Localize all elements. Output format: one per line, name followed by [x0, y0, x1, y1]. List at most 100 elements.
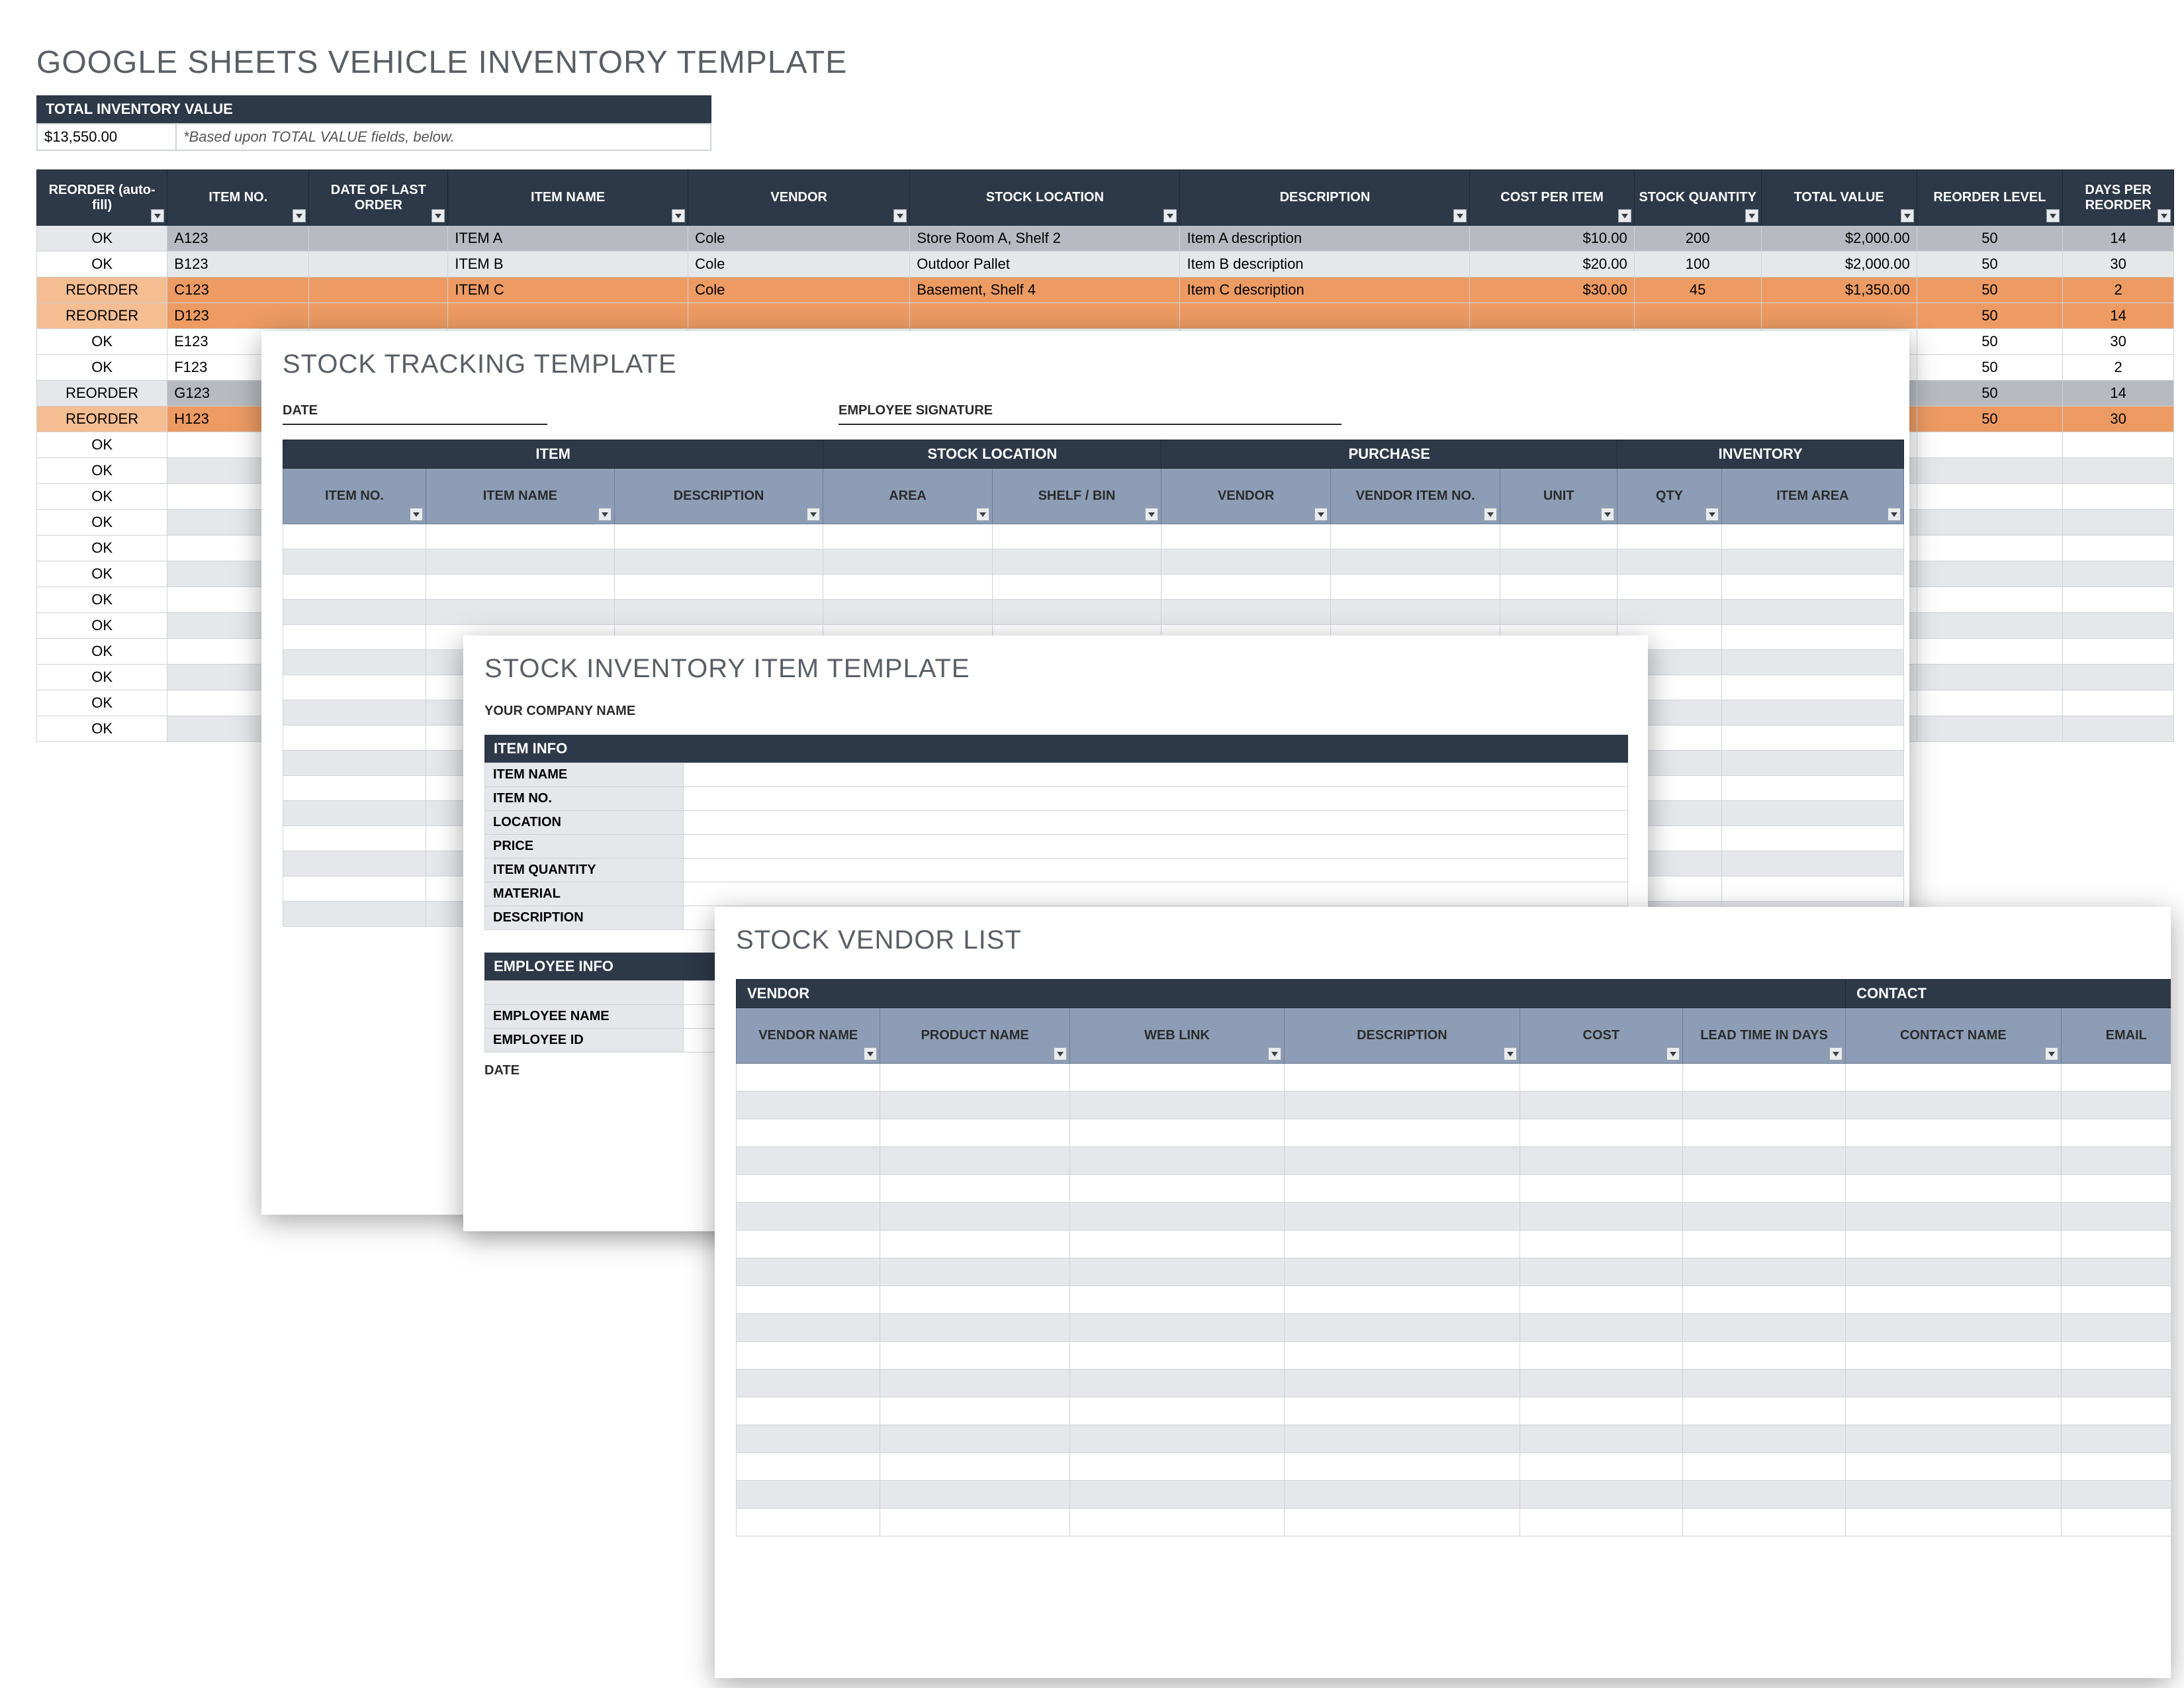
cell[interactable] — [283, 650, 426, 675]
cell[interactable] — [1682, 1342, 1845, 1370]
cell[interactable] — [2063, 639, 2174, 665]
days-hdr[interactable]: DAYS PER REORDER — [2063, 170, 2174, 226]
cell[interactable] — [448, 303, 688, 329]
cell[interactable]: Cole — [688, 252, 910, 277]
cell[interactable] — [992, 575, 1161, 600]
trk-itemname[interactable]: ITEM NAME — [426, 469, 615, 524]
cell[interactable]: 50 — [1917, 355, 2063, 381]
cell[interactable] — [2063, 432, 2174, 458]
cell[interactable] — [1682, 1258, 1845, 1286]
cell[interactable] — [1617, 524, 1722, 549]
filter-icon[interactable] — [1314, 508, 1328, 521]
cell[interactable] — [283, 776, 426, 801]
cell[interactable]: C123 — [167, 277, 309, 303]
cell[interactable] — [1917, 639, 2063, 665]
filter-icon[interactable] — [807, 508, 820, 521]
cell[interactable]: Item A description — [1180, 226, 1470, 252]
ven-product[interactable]: PRODUCT NAME — [880, 1008, 1069, 1064]
cell[interactable] — [1520, 1397, 1682, 1425]
cell[interactable] — [283, 851, 426, 876]
cell[interactable] — [1285, 1147, 1520, 1175]
filter-icon[interactable] — [1504, 1047, 1517, 1060]
cell[interactable] — [1520, 1314, 1682, 1342]
cell[interactable] — [1500, 575, 1617, 600]
cell[interactable] — [1069, 1370, 1284, 1397]
cell[interactable] — [737, 1231, 880, 1258]
cell[interactable]: OK — [37, 355, 167, 381]
cell[interactable] — [1917, 510, 2063, 536]
cell[interactable] — [880, 1509, 1069, 1536]
cell[interactable]: REORDER — [37, 381, 167, 406]
filter-icon[interactable] — [1829, 1047, 1843, 1060]
cell[interactable] — [1520, 1370, 1682, 1397]
cell[interactable]: Item C description — [1180, 277, 1470, 303]
cell[interactable]: A123 — [167, 226, 309, 252]
filter-icon[interactable] — [2046, 209, 2060, 222]
filter-icon[interactable] — [1601, 508, 1614, 521]
cell[interactable] — [1846, 1481, 2061, 1509]
cell[interactable] — [823, 600, 992, 625]
ven-cost[interactable]: COST — [1520, 1008, 1682, 1064]
cell[interactable] — [688, 303, 910, 329]
cell[interactable] — [283, 575, 426, 600]
cell[interactable] — [737, 1481, 880, 1509]
cell[interactable] — [1069, 1119, 1284, 1147]
filter-icon[interactable] — [1145, 508, 1158, 521]
cell[interactable] — [309, 303, 448, 329]
cell[interactable] — [1721, 751, 1903, 776]
cell[interactable] — [1069, 1286, 1284, 1314]
filter-icon[interactable] — [1888, 508, 1901, 521]
cell[interactable] — [426, 575, 615, 600]
cell[interactable] — [737, 1258, 880, 1286]
cell[interactable] — [1285, 1286, 1520, 1314]
cell[interactable]: $30.00 — [1470, 277, 1634, 303]
status-cell[interactable]: OK — [37, 484, 167, 510]
cell[interactable]: 30 — [2063, 252, 2174, 277]
cell[interactable] — [880, 1064, 1069, 1092]
cell[interactable] — [823, 524, 992, 549]
cell[interactable] — [1721, 675, 1903, 700]
cell[interactable] — [1161, 600, 1331, 625]
ven-name[interactable]: VENDOR NAME — [737, 1008, 880, 1064]
cell[interactable] — [1846, 1231, 2061, 1258]
cell[interactable] — [1520, 1092, 1682, 1119]
cell[interactable] — [1721, 876, 1903, 902]
status-cell[interactable]: OK — [37, 613, 167, 639]
filter-icon[interactable] — [410, 508, 423, 521]
status-cell[interactable]: OK — [37, 458, 167, 484]
cell[interactable] — [1682, 1175, 1845, 1203]
cell[interactable] — [1285, 1092, 1520, 1119]
cell[interactable] — [1520, 1175, 1682, 1203]
cell[interactable] — [737, 1119, 880, 1147]
cell[interactable] — [737, 1397, 880, 1425]
filter-icon[interactable] — [598, 508, 612, 521]
cell[interactable] — [1617, 575, 1722, 600]
cell[interactable] — [1617, 600, 1722, 625]
cell[interactable] — [1846, 1370, 2061, 1397]
cell[interactable] — [309, 226, 448, 252]
cell[interactable] — [614, 575, 823, 600]
cell[interactable] — [1917, 613, 2063, 639]
trk-vendor[interactable]: VENDOR — [1161, 469, 1331, 524]
status-cell[interactable]: OK — [37, 716, 167, 742]
cell[interactable] — [1285, 1509, 1520, 1536]
cell[interactable] — [1917, 536, 2063, 561]
itemname-hdr[interactable]: ITEM NAME — [448, 170, 688, 226]
cell[interactable] — [1846, 1147, 2061, 1175]
filter-icon[interactable] — [976, 508, 989, 521]
cell[interactable] — [1069, 1064, 1284, 1092]
cell[interactable] — [426, 524, 615, 549]
cell[interactable] — [1285, 1203, 1520, 1231]
cell[interactable] — [1161, 549, 1331, 575]
cell[interactable] — [1721, 524, 1903, 549]
trk-desc[interactable]: DESCRIPTION — [614, 469, 823, 524]
cell[interactable] — [880, 1314, 1069, 1342]
cell[interactable] — [1161, 524, 1331, 549]
cell[interactable] — [880, 1453, 1069, 1481]
cell[interactable] — [2061, 1342, 2171, 1370]
cell[interactable] — [2063, 587, 2174, 613]
cell[interactable] — [1069, 1231, 1284, 1258]
cell[interactable] — [1520, 1286, 1682, 1314]
cell[interactable]: $1,350.00 — [1761, 277, 1917, 303]
item-item_no-val[interactable] — [684, 787, 1628, 811]
